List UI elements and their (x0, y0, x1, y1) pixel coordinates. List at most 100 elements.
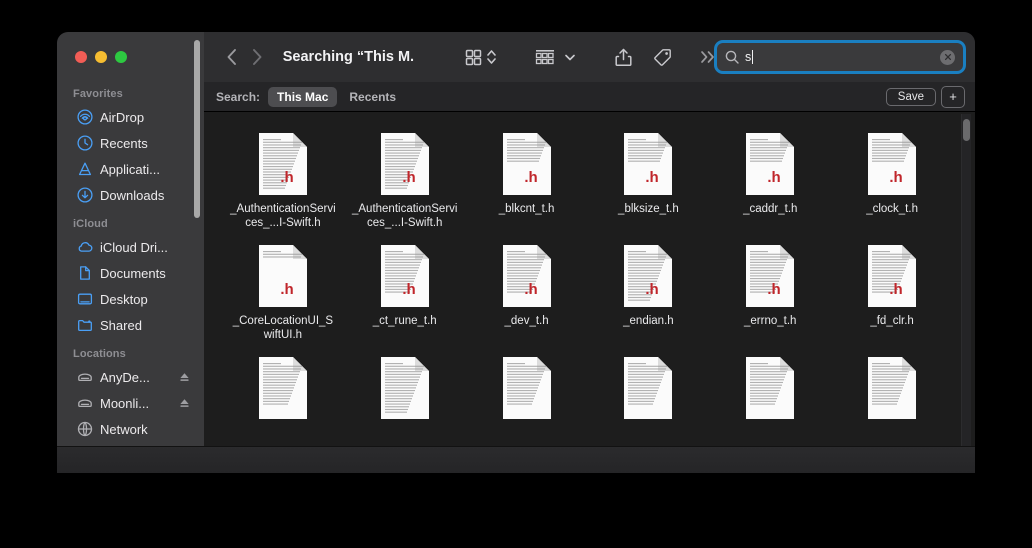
file-item[interactable]: .h _blkcnt_t.h (466, 126, 588, 230)
file-item[interactable]: .h _CoreLocationUI_SwiftUI.h (222, 238, 344, 342)
document-page-icon: .h (502, 245, 551, 307)
document-page-icon: .h (380, 133, 429, 195)
sidebar-item-label: Network (100, 421, 148, 437)
file-document-icon: .h (866, 132, 918, 196)
search-clear-button[interactable] (940, 49, 955, 65)
file-item[interactable]: .h _endian.h (588, 238, 710, 342)
sidebar-item-desktop[interactable]: Desktop (63, 286, 198, 312)
file-name-label: _CoreLocationUI_SwiftUI.h (232, 315, 334, 341)
sidebar-item-recents[interactable]: Recents (63, 130, 198, 156)
search-field-wrapper[interactable]: s (717, 43, 963, 71)
file-extension-badge: .h (889, 281, 902, 298)
sidebar-item-applications[interactable]: Applicati... (63, 156, 198, 182)
file-item[interactable]: .h _clock_t.h (831, 126, 953, 230)
file-item[interactable] (222, 350, 344, 426)
file-extension-badge: .h (280, 281, 293, 298)
applications-icon (78, 162, 92, 176)
file-item[interactable]: .h _errno_t.h (709, 238, 831, 342)
file-item[interactable]: .h _fd_clr.h (831, 238, 953, 342)
file-extension-badge: .h (646, 281, 659, 298)
file-extension-badge: .h (402, 281, 415, 298)
sidebar-item-icloud-drive[interactable]: iCloud Dri... (63, 234, 198, 260)
file-grid-area[interactable]: .h _AuthenticationServices_...I-Swift.h .h… (204, 112, 975, 472)
search-field[interactable]: s (717, 43, 963, 71)
file-item[interactable]: .h _blksize_t.h (588, 126, 710, 230)
sidebar-item-label: Shared (100, 317, 142, 333)
scope-bar-actions: Save + (885, 85, 965, 108)
file-name-label: _fd_clr.h (870, 315, 914, 327)
file-extension-badge: .h (402, 169, 415, 186)
clock-icon (77, 135, 93, 151)
search-input[interactable]: s (745, 50, 934, 64)
document-page-icon: .h (746, 133, 795, 195)
share-icon (615, 48, 632, 66)
file-name-label: _blkcnt_t.h (498, 203, 555, 215)
file-item[interactable] (344, 350, 466, 426)
file-document-icon: .h (379, 132, 431, 196)
file-item[interactable]: .h _caddr_t.h (709, 126, 831, 230)
tag-icon (653, 48, 671, 66)
sidebar-item-airdrop[interactable]: AirDrop (63, 104, 198, 130)
file-document-icon (257, 356, 309, 420)
sidebar-item-downloads[interactable]: Downloads (63, 182, 198, 208)
add-filter-button[interactable]: + (941, 85, 965, 108)
file-item[interactable] (709, 350, 831, 426)
content-scrollbar-track[interactable] (961, 114, 971, 470)
sidebar-item-moonlight[interactable]: Moonli... (63, 390, 198, 416)
file-item[interactable] (831, 350, 953, 426)
sidebar-item-documents[interactable]: Documents (63, 260, 198, 286)
save-search-button[interactable]: Save (885, 87, 936, 106)
view-mode-button[interactable] (465, 44, 496, 70)
group-by-button[interactable] (535, 44, 576, 70)
document-page-icon (746, 357, 795, 419)
minimize-button[interactable] (95, 51, 107, 63)
eject-icon[interactable] (179, 372, 190, 383)
sidebar-item-anydesk[interactable]: AnyDe... (63, 364, 198, 390)
close-button[interactable] (75, 51, 87, 63)
content-scrollbar-thumb[interactable] (963, 119, 970, 141)
search-icon (725, 50, 739, 64)
sidebar-item-label: Downloads (100, 187, 165, 203)
sidebar-item-shared[interactable]: Shared (63, 312, 198, 338)
sidebar-item-label: AnyDe... (100, 369, 150, 385)
toolbar-overflow-button[interactable] (700, 44, 717, 70)
file-item[interactable] (588, 350, 710, 426)
sidebar-scroll-area[interactable]: Favorites AirDrop Recents Applicati... Downl… (57, 82, 204, 472)
clear-circle-icon (944, 53, 951, 61)
file-document-icon: .h (744, 132, 796, 196)
window-title: Searching “This M... (282, 49, 415, 65)
file-document-icon: .h (744, 244, 796, 308)
document-page-icon: .h (624, 133, 673, 195)
forward-button[interactable] (244, 44, 270, 70)
chevron-up-down-icon (487, 50, 496, 64)
file-item[interactable]: .h _dev_t.h (466, 238, 588, 342)
group-by-list-icon (536, 49, 555, 64)
scope-recents[interactable]: Recents (345, 87, 400, 107)
sidebar-group-title-locations: Locations (73, 348, 126, 360)
document-page-icon: .h (502, 133, 551, 195)
scope-this-mac[interactable]: This Mac (268, 86, 338, 107)
back-button[interactable] (218, 44, 244, 70)
file-item[interactable]: .h _ct_rune_t.h (344, 238, 466, 342)
sidebar-item-label: Moonli... (100, 395, 150, 411)
sidebar-item-network[interactable]: Network (63, 416, 198, 442)
document-page-icon: .h (746, 245, 795, 307)
text-caret (752, 50, 754, 64)
file-item[interactable]: .h _AuthenticationServices_...I-Swift.h (344, 126, 466, 230)
zoom-button[interactable] (115, 51, 127, 63)
sidebar-scrollbar-thumb[interactable] (194, 40, 200, 218)
file-extension-badge: .h (889, 169, 902, 186)
share-button[interactable] (615, 44, 632, 70)
file-document-icon (501, 356, 553, 420)
eject-icon[interactable] (179, 398, 190, 409)
file-item[interactable] (466, 350, 588, 426)
file-item[interactable]: .h _AuthenticationServices_...I-Swift.h (222, 126, 344, 230)
tag-button[interactable] (653, 44, 672, 70)
file-name-label: _AuthenticationServices_...I-Swift.h (230, 203, 336, 229)
document-page-icon: .h (868, 133, 917, 195)
sidebar-item-label: iCloud Dri... (100, 239, 168, 255)
disk-icon (78, 373, 92, 382)
chevron-right-icon (253, 49, 262, 65)
document-page-icon: .h (868, 245, 917, 307)
sidebar: Favorites AirDrop Recents Applicati... Downl… (57, 32, 204, 472)
